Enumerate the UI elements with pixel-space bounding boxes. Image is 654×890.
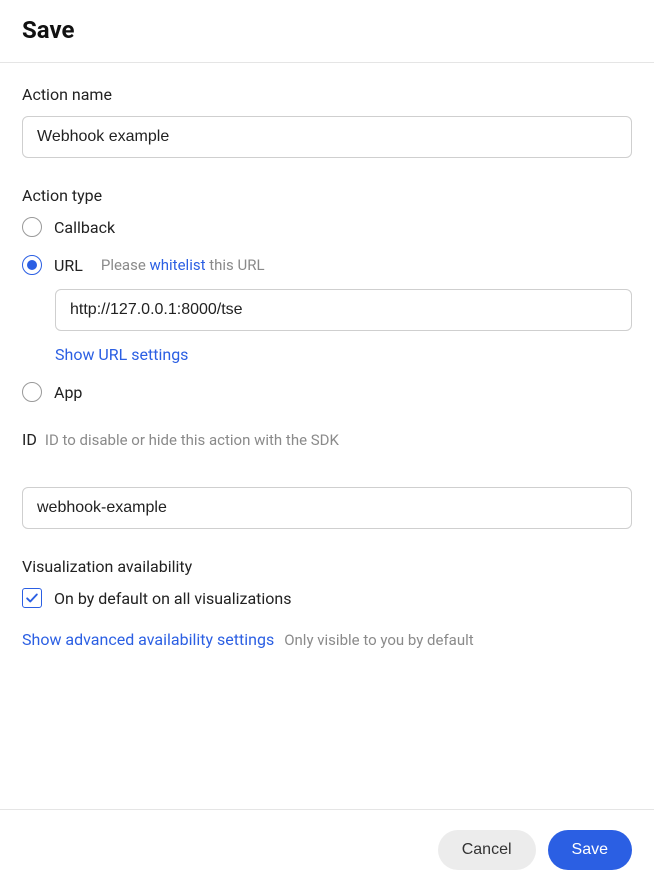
advanced-availability-hint: Only visible to you by default [284,631,473,649]
radio-icon [22,217,42,237]
action-name-input[interactable] [22,116,632,158]
dialog-footer: Cancel Save [0,809,654,890]
radio-label-app: App [54,383,82,402]
action-type-radio-group: Callback URL Please whitelist this URL S… [22,217,632,402]
url-hint-suffix: this URL [206,256,265,274]
visualization-checkbox-label: On by default on all visualizations [54,589,292,608]
visualization-section: Visualization availability On by default… [22,557,632,649]
id-input[interactable] [22,487,632,529]
form-body: Action name Action type Callback URL Ple… [0,63,654,673]
dialog-title: Save [22,16,632,44]
radio-icon [22,382,42,402]
show-url-settings-link[interactable]: Show URL settings [55,345,188,364]
cancel-button[interactable]: Cancel [438,830,536,870]
radio-option-url-wrapper: URL Please whitelist this URL Show URL s… [22,255,632,364]
url-hint: Please whitelist this URL [101,256,265,274]
checkbox-checked-icon [22,588,42,608]
radio-label-callback: Callback [54,218,115,237]
action-name-section: Action name [22,85,632,158]
save-button[interactable]: Save [548,830,632,870]
url-input[interactable] [55,289,632,331]
visualization-label: Visualization availability [22,557,632,576]
whitelist-link[interactable]: whitelist [150,256,206,274]
visualization-checkbox-row[interactable]: On by default on all visualizations [22,588,632,608]
advanced-availability-row: Show advanced availability settings Only… [22,630,632,649]
radio-option-app[interactable]: App [22,382,632,402]
action-type-section: Action type Callback URL Please whitelis… [22,186,632,402]
show-advanced-availability-link[interactable]: Show advanced availability settings [22,630,274,649]
radio-icon-selected [22,255,42,275]
id-label: ID [22,430,37,449]
action-name-label: Action name [22,85,632,104]
radio-option-callback[interactable]: Callback [22,217,632,237]
check-icon [25,591,39,605]
id-section: ID ID to disable or hide this action wit… [22,430,632,529]
action-type-label: Action type [22,186,632,205]
radio-option-url[interactable]: URL Please whitelist this URL [22,255,632,275]
radio-label-url: URL [54,256,83,275]
url-hint-prefix: Please [101,256,150,274]
id-label-row: ID ID to disable or hide this action wit… [22,430,632,449]
url-subblock: Show URL settings [55,289,632,364]
id-hint: ID to disable or hide this action with t… [45,431,339,449]
dialog-header: Save [0,0,654,63]
radio-dot-icon [27,260,37,270]
